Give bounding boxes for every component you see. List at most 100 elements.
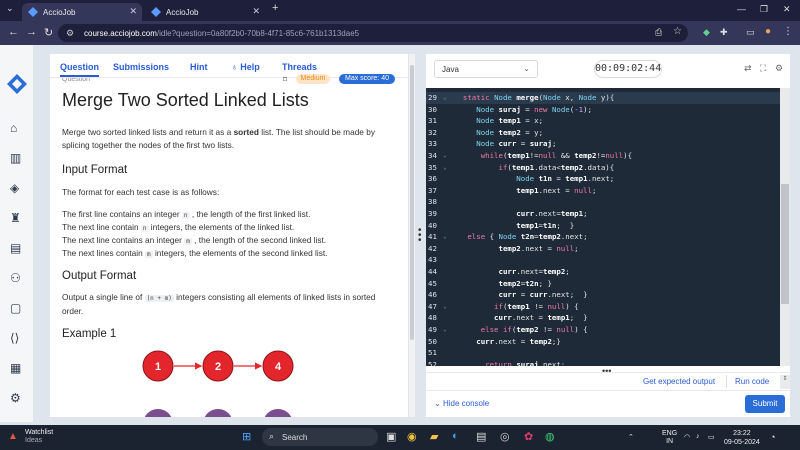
people-icon[interactable]: ⚇	[10, 271, 21, 285]
settings-icon[interactable]: ⚙	[10, 391, 21, 405]
fold-chevron-icon[interactable]: ⌄	[443, 150, 447, 162]
code-line[interactable]: 52 return suraj.next;	[426, 359, 780, 366]
document-icon[interactable]: ▢	[10, 301, 21, 315]
language-select[interactable]: Java ⌄	[434, 60, 538, 78]
editor-scrollbar-thumb[interactable]	[781, 184, 789, 304]
code-line[interactable]: 49 ⌄ else if(temp2 != null) {	[426, 324, 780, 336]
code-line[interactable]: 33 Node curr = suraj;	[426, 138, 780, 150]
get-expected-output-button[interactable]: Get expected output	[643, 377, 715, 386]
code-line[interactable]: 48 curr.next = temp1; }	[426, 312, 780, 324]
fullscreen-icon[interactable]: ⛶	[760, 63, 766, 74]
back-icon[interactable]: ←	[8, 26, 19, 38]
editor-settings-icon[interactable]: ⚙	[775, 63, 783, 74]
address-bar[interactable]: ⚙ course.acciojob.com/idle?question=0a80…	[58, 24, 688, 42]
browser-menu-icon[interactable]: ⋮	[783, 26, 793, 37]
sidebar-toggle-icon[interactable]: ▭	[746, 27, 755, 38]
task-view-icon[interactable]: ▣	[386, 430, 396, 443]
panel-resize-handle[interactable]: • • •	[418, 226, 422, 246]
code-line[interactable]: 31 Node temp1 = x;	[426, 115, 780, 127]
code-line[interactable]: 36 Node t1n = temp1.next;	[426, 173, 780, 185]
code-line[interactable]: 45 temp2=t2n; }	[426, 278, 780, 290]
code-icon[interactable]: ⟨⟩	[10, 331, 19, 345]
code-line[interactable]: 41 ⌄ else { Node t2n=temp2.next;	[426, 231, 780, 243]
tray-chevron-icon[interactable]: ⌃	[628, 433, 634, 441]
code-line[interactable]: 50 curr.next = temp2;}	[426, 336, 780, 348]
code-line[interactable]: 34 ⌄ while(temp1!=null && temp2!=null){	[426, 150, 780, 162]
run-code-button[interactable]: Run code	[735, 377, 769, 386]
tab-hint[interactable]: Hint	[190, 62, 208, 72]
app-icon[interactable]: ✿	[524, 430, 533, 443]
minimize-icon[interactable]: —	[737, 4, 746, 14]
code-line[interactable]: 42 temp2.next = null;	[426, 243, 780, 255]
widgets-button[interactable]: Watchlist Ideas	[25, 429, 53, 445]
site-info-icon[interactable]: ⚙	[66, 28, 74, 39]
extensions-puzzle-icon[interactable]: ✚	[720, 27, 728, 38]
fold-chevron-icon[interactable]: ⌄	[443, 92, 447, 104]
code-line[interactable]: 37 temp1.next = null;	[426, 185, 780, 197]
browser-tab-2[interactable]: AccioJob ✕	[145, 3, 265, 21]
submit-button[interactable]: Submit	[745, 395, 785, 413]
tab-submissions[interactable]: Submissions	[113, 62, 169, 72]
store-icon[interactable]: ▤	[476, 430, 486, 443]
code-line[interactable]: 29 ⌄ static Node merge(Node x, Node y){	[426, 92, 780, 104]
code-line[interactable]: 43	[426, 254, 780, 266]
reload-icon[interactable]: ↻	[44, 26, 53, 39]
fold-chevron-icon[interactable]: ⌄	[443, 301, 447, 313]
code-line[interactable]: 51	[426, 347, 780, 359]
whatsapp-icon[interactable]: ◍	[545, 430, 555, 443]
chrome-icon[interactable]: ◉	[407, 430, 417, 443]
volume-icon[interactable]: ♪	[696, 433, 700, 440]
forward-icon[interactable]: →	[26, 26, 37, 38]
tab-help[interactable]: ♁ Help	[231, 62, 260, 72]
book-icon[interactable]: ▥	[10, 151, 21, 165]
start-icon[interactable]: ⊞	[242, 430, 251, 443]
close-tab-icon[interactable]: ✕	[129, 6, 137, 17]
code-line[interactable]: 30 Node suraj = new Node(-1);	[426, 104, 780, 116]
install-app-icon[interactable]: ⎙	[655, 27, 662, 38]
code-line[interactable]: 47 ⌄ if(temp1 != null) {	[426, 301, 780, 313]
code-line[interactable]: 35 ⌄ if(temp1.data<temp2.data){	[426, 162, 780, 174]
tab-threads[interactable]: Threads	[282, 62, 317, 72]
code-line[interactable]: 44 curr.next=temp2;	[426, 266, 780, 278]
wifi-icon[interactable]: ◠	[684, 433, 690, 441]
bookmark-icon[interactable]: ⌑	[283, 75, 287, 84]
code-line[interactable]: 40 temp1=t1n; }	[426, 220, 780, 232]
trophy-icon[interactable]: ♜	[10, 211, 21, 225]
dell-icon[interactable]: ◎	[500, 430, 510, 443]
fold-chevron-icon[interactable]: ⌄	[443, 324, 447, 336]
edge-icon[interactable]: ◐	[452, 430, 459, 442]
home-icon[interactable]: ⌂	[10, 121, 17, 135]
browser-tab-1[interactable]: AccioJob ✕	[22, 3, 142, 21]
extension-icon[interactable]: ◆	[703, 27, 710, 38]
code-line[interactable]: 32 Node temp2 = y;	[426, 127, 780, 139]
code-line[interactable]: 38	[426, 196, 780, 208]
new-tab-icon[interactable]: +	[272, 2, 278, 14]
code-line[interactable]: 46 curr = curr.next; }	[426, 289, 780, 301]
question-scrollbar-thumb[interactable]	[410, 65, 414, 340]
tab-search-icon[interactable]: ⌄	[6, 3, 14, 14]
code-editor[interactable]: 29 ⌄ static Node merge(Node x, Node y){30…	[426, 88, 780, 366]
taskbar-search[interactable]: ⌕ Search	[262, 428, 378, 446]
close-tab-icon[interactable]: ✕	[252, 6, 260, 17]
battery-icon[interactable]: ▭	[708, 433, 715, 441]
tab-question[interactable]: Question	[60, 62, 100, 77]
layers-icon[interactable]: ◈	[10, 181, 19, 195]
bookmark-star-icon[interactable]: ☆	[673, 26, 682, 37]
fold-chevron-icon[interactable]: ⌄	[443, 231, 447, 243]
weather-widget-icon[interactable]: ▲	[8, 431, 18, 442]
fold-chevron-icon[interactable]: ⌄	[443, 162, 447, 174]
close-window-icon[interactable]: ✕	[783, 4, 791, 15]
language-indicator[interactable]: ENG IN	[662, 430, 677, 446]
calendar-icon[interactable]: ▦	[10, 361, 21, 375]
profile-avatar[interactable]: ●	[765, 26, 771, 37]
clock[interactable]: 23:22 09-05-2024	[724, 429, 760, 447]
console-scroll-icon[interactable]: ⇕	[780, 375, 790, 389]
code-line[interactable]: 39 curr.next=temp1;	[426, 208, 780, 220]
chat-icon[interactable]: ▤	[10, 241, 21, 255]
notification-icon[interactable]: ◔	[770, 432, 775, 442]
maximize-icon[interactable]: ❐	[760, 4, 768, 15]
hide-console-button[interactable]: ⌄ Hide console	[434, 399, 489, 408]
file-explorer-icon[interactable]: ▰	[430, 430, 438, 443]
reset-code-icon[interactable]: ⇄	[744, 63, 752, 74]
acciojob-logo-icon[interactable]	[6, 73, 28, 95]
